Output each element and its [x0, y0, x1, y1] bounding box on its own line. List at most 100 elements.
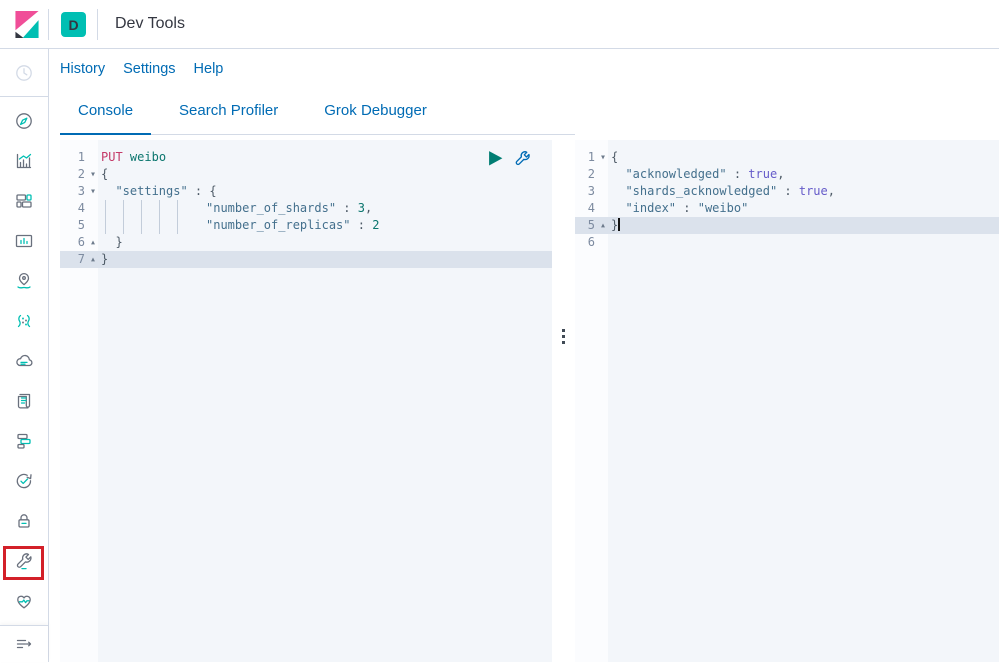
- fold-open-icon[interactable]: ▾: [90, 183, 96, 200]
- bar-chart-icon: [14, 151, 34, 171]
- code-line[interactable]: 3▾ "settings" : {: [60, 183, 552, 200]
- indent-guide: [105, 217, 106, 234]
- uptime-icon: [14, 471, 34, 491]
- line-number: 6▴: [60, 234, 98, 251]
- line-number: 6: [575, 234, 608, 251]
- sidebar-item-security[interactable]: [0, 501, 48, 541]
- indent-guide: [177, 200, 178, 217]
- page-title: Dev Tools: [115, 0, 185, 48]
- sidebar-item-maps[interactable]: [0, 261, 48, 301]
- code-line[interactable]: 7▴}: [60, 251, 552, 268]
- sidebar-item-metrics[interactable]: [0, 341, 48, 381]
- request-options-button[interactable]: [513, 149, 532, 168]
- line-number: 3▾: [60, 183, 98, 200]
- tab-search-profiler[interactable]: Search Profiler: [161, 89, 296, 135]
- code-text: "shards_acknowledged" : true,: [608, 183, 999, 200]
- code-text: }: [608, 217, 999, 234]
- code-line[interactable]: 6▴ }: [60, 234, 552, 251]
- menu-item-history[interactable]: History: [60, 61, 105, 77]
- request-editor[interactable]: 1PUT weibo2▾{3▾ "settings" : {4"number_o…: [60, 140, 552, 662]
- lock-icon: [14, 511, 34, 531]
- code-line[interactable]: 5▴}: [575, 217, 999, 234]
- sidebar-item-canvas[interactable]: [0, 221, 48, 261]
- canvas-icon: [14, 231, 34, 251]
- code-text: "settings" : {: [98, 183, 552, 200]
- code-line[interactable]: 2 "acknowledged" : true,: [575, 166, 999, 183]
- code-text: {: [98, 166, 552, 183]
- collapse-icon: [14, 634, 34, 654]
- code-text: }: [98, 251, 552, 268]
- apm-icon: [14, 431, 34, 451]
- indent-guide: [123, 217, 124, 234]
- code-line[interactable]: 1▾{: [575, 149, 999, 166]
- play-icon: [487, 150, 505, 167]
- kibana-logo-icon: [15, 11, 39, 38]
- sidebar-item-collapse-menu[interactable]: [0, 624, 48, 664]
- clock-icon: [14, 63, 34, 83]
- sidebar-item-apm[interactable]: [0, 421, 48, 461]
- logs-icon: [14, 391, 34, 411]
- response-editor[interactable]: 1▾{2 "acknowledged" : true,3 "shards_ack…: [575, 140, 999, 662]
- sidebar-item-dashboard[interactable]: [0, 181, 48, 221]
- fold-close-icon[interactable]: ▴: [600, 217, 606, 234]
- line-number: 5▴: [575, 217, 608, 234]
- send-request-button[interactable]: [487, 150, 505, 167]
- code-text: PUT weibo: [98, 149, 552, 166]
- sidebar: [0, 49, 49, 662]
- sidebar-item-recently-viewed[interactable]: [0, 53, 48, 93]
- tab-bar: ConsoleSearch ProfilerGrok Debugger: [60, 89, 575, 135]
- indent-guide: [141, 217, 142, 234]
- line-number: 2▾: [60, 166, 98, 183]
- indent-guide: [159, 200, 160, 217]
- header-divider: [97, 9, 98, 40]
- sidebar-item-logs[interactable]: [0, 381, 48, 421]
- text-cursor: [618, 218, 620, 231]
- fold-open-icon[interactable]: ▾: [90, 166, 96, 183]
- grab-handle-icon: [562, 329, 565, 344]
- tab-console[interactable]: Console: [60, 89, 151, 135]
- line-number: 1▾: [575, 149, 608, 166]
- sidebar-item-machine-learning[interactable]: [0, 301, 48, 341]
- code-line[interactable]: 3 "shards_acknowledged" : true,: [575, 183, 999, 200]
- code-text: "index" : "weibo": [608, 200, 999, 217]
- line-number: 1: [60, 149, 98, 166]
- fold-close-icon[interactable]: ▴: [90, 234, 96, 251]
- dashboard-icon: [14, 191, 34, 211]
- code-line[interactable]: 5"number_of_replicas" : 2: [60, 217, 552, 234]
- code-line[interactable]: 1PUT weibo: [60, 149, 552, 166]
- map-pin-icon: [14, 271, 34, 291]
- cloud-icon: [14, 351, 34, 371]
- sidebar-item-visualize[interactable]: [0, 141, 48, 181]
- code-line[interactable]: 6: [575, 234, 999, 251]
- fold-close-icon[interactable]: ▴: [90, 251, 96, 268]
- header-divider: [48, 9, 49, 40]
- sidebar-item-discover[interactable]: [0, 101, 48, 141]
- indent-guide: [177, 217, 178, 234]
- console-menu: History Settings Help: [60, 49, 223, 89]
- indent-guide: [159, 217, 160, 234]
- code-line[interactable]: 4 "index" : "weibo": [575, 200, 999, 217]
- wrench-icon: [513, 149, 532, 168]
- code-line[interactable]: 4"number_of_shards" : 3,: [60, 200, 552, 217]
- sidebar-item-monitoring[interactable]: [0, 581, 48, 621]
- sidebar-item-dev-tools[interactable]: [0, 541, 48, 581]
- menu-item-settings[interactable]: Settings: [123, 61, 175, 77]
- line-number: 5: [60, 217, 98, 234]
- line-number: 4: [60, 200, 98, 217]
- tab-grok-debugger[interactable]: Grok Debugger: [306, 89, 445, 135]
- menu-item-help[interactable]: Help: [194, 61, 224, 77]
- pane-resizer[interactable]: [552, 140, 575, 662]
- indent-guide: [123, 200, 124, 217]
- indent-guide: [141, 200, 142, 217]
- indent-guide: [105, 200, 106, 217]
- fold-open-icon[interactable]: ▾: [600, 149, 606, 166]
- ml-icon: [14, 311, 34, 331]
- heartbeat-icon: [14, 591, 34, 611]
- line-number: 4: [575, 200, 608, 217]
- compass-icon: [14, 111, 34, 131]
- line-number: 3: [575, 183, 608, 200]
- code-text: "number_of_shards" : 3,: [98, 200, 552, 217]
- sidebar-item-uptime[interactable]: [0, 461, 48, 501]
- code-text: [608, 234, 999, 251]
- code-line[interactable]: 2▾{: [60, 166, 552, 183]
